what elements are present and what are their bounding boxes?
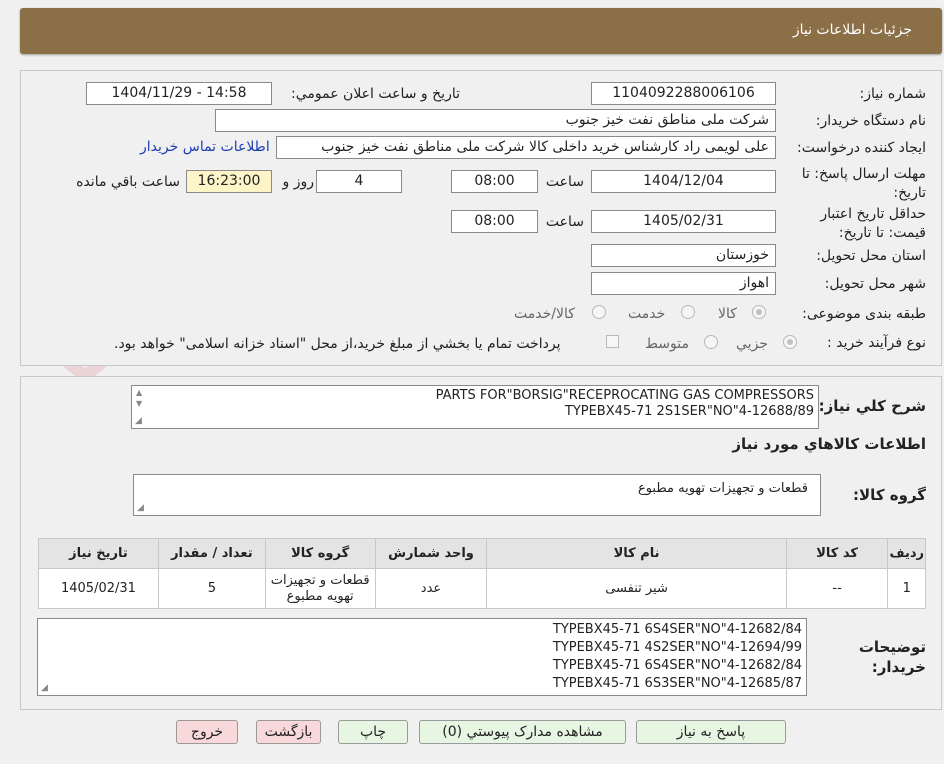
validity-label: حداقل تاريخ اعتبار قيمت: تا تاریخ: — [820, 206, 926, 241]
col-header-item-name: نام کالا — [486, 538, 787, 569]
days-label: روز و — [282, 174, 315, 190]
back-button[interactable]: بازگشت — [256, 720, 321, 744]
table-row: 1 -- شیر تنفسی عدد قطعات و تجهیزات تهویه… — [38, 568, 926, 609]
days-remaining-field: 4 — [316, 170, 402, 193]
province-field: خوزستان — [591, 244, 776, 267]
city-field: اهواز — [591, 272, 776, 295]
attachments-button[interactable]: مشاهده مدارک پيوستي (0) — [419, 720, 626, 744]
province-label: استان محل تحويل: — [816, 248, 926, 264]
col-header-need-date: تاریخ نیاز — [38, 538, 159, 569]
process-minor-label: جزيي — [736, 336, 768, 352]
announce-label: تاریخ و ساعت اعلان عمومي: — [291, 86, 460, 102]
description-line: PARTS FOR"BORSIG"RECEPROCATING GAS COMPR… — [435, 388, 814, 403]
validity-date-field: 1405/02/31 — [591, 210, 776, 233]
remaining-label: ساعت باقي مانده — [76, 174, 180, 190]
table-header-row: ردیف کد کالا نام کالا واحد شمارش گروه کا… — [38, 538, 926, 569]
deadline-date-field: 1404/12/04 — [591, 170, 776, 193]
buyer-note-line: TYPEBX45-71 6S3SER"NO"4-12685/87 — [552, 676, 802, 691]
buyer-notes-textarea: TYPEBX45-71 6S4SER"NO"4-12682/84 TYPEBX4… — [37, 618, 807, 696]
treasury-checkbox[interactable] — [606, 335, 619, 348]
category-label: طبقه بندی موضوعی: — [802, 306, 926, 322]
process-radio-medium[interactable] — [704, 335, 718, 349]
city-label: شهر محل تحويل: — [824, 276, 926, 292]
goods-group-label: گروه کالا: — [853, 486, 926, 504]
col-header-group: گروه کالا — [264, 538, 376, 569]
deadline-time-field: 08:00 — [451, 170, 538, 193]
remaining-time-field: 16:23:00 — [186, 170, 272, 193]
buyer-contact-link[interactable]: اطلاعات تماس خريدار — [140, 139, 270, 155]
category-goods-label: کالا — [718, 306, 737, 322]
page-header: جزئیات اطلاعات نیاز — [20, 8, 942, 54]
announce-datetime-field: 1404/11/29 - 14:58 — [86, 82, 272, 105]
process-label: نوع فرآيند خريد : — [827, 335, 926, 351]
cell-item-name: شیر تنفسی — [486, 568, 787, 609]
validity-time-field: 08:00 — [451, 210, 538, 233]
description-label: شرح کلي نياز: — [818, 397, 926, 415]
page-title: جزئیات اطلاعات نیاز — [792, 22, 912, 38]
category-radio-goods-service[interactable] — [592, 305, 606, 319]
cell-unit: عدد — [374, 568, 488, 609]
resize-grip-icon[interactable]: ◢ — [135, 416, 142, 426]
col-header-row-number: ردیف — [887, 538, 926, 569]
need-number-field: 1104092288006106 — [591, 82, 776, 105]
buyer-org-label: نام دستگاه خريدار: — [815, 113, 926, 129]
col-header-quantity: تعداد / مقدار — [157, 538, 266, 569]
scroll-down-icon[interactable]: ▼ — [136, 399, 142, 408]
print-button[interactable]: چاپ — [338, 720, 408, 744]
buyer-note-line: TYPEBX45-71 6S4SER"NO"4-12682/84 — [552, 622, 802, 637]
cell-group: قطعات و تجهیزات تهویه مطبوع — [264, 568, 376, 609]
process-medium-label: متوسط — [645, 336, 689, 352]
buyer-note-line: TYPEBX45-71 6S4SER"NO"4-12682/84 — [552, 658, 802, 673]
category-goods-service-label: کالا/خدمت — [514, 306, 575, 322]
deadline-label: مهلت ارسال پاسخ: تا تاریخ: — [801, 166, 926, 201]
description-textarea: PARTS FOR"BORSIG"RECEPROCATING GAS COMPR… — [131, 385, 819, 429]
category-radio-goods[interactable] — [752, 305, 766, 319]
validity-time-label: ساعت — [545, 214, 584, 230]
process-radio-minor[interactable] — [783, 335, 797, 349]
cell-row-number: 1 — [887, 568, 926, 609]
category-service-label: خدمت — [628, 306, 666, 322]
resize-grip-icon[interactable]: ◢ — [137, 503, 144, 513]
exit-button[interactable]: خروج — [176, 720, 238, 744]
goods-section-title: اطلاعات کالاهاي مورد نياز — [732, 435, 926, 453]
description-line: TYPEBX45-71 2S1SER"NO"4-12688/89 — [564, 404, 814, 419]
respond-button[interactable]: پاسخ به نياز — [636, 720, 786, 744]
buyer-note-line: TYPEBX45-71 4S2SER"NO"4-12694/99 — [552, 640, 802, 655]
requester-field: علی لویمی راد کارشناس خرید داخلی کالا شر… — [276, 136, 776, 159]
scroll-up-icon[interactable]: ▲ — [136, 388, 142, 397]
deadline-time-label: ساعت — [545, 174, 584, 190]
need-number-label: شماره نیاز: — [859, 86, 927, 102]
col-header-item-code: کد کالا — [785, 538, 889, 569]
goods-group-textarea: قطعات و تجهیزات تهویه مطبوع ◢ — [133, 474, 821, 516]
cell-quantity: 5 — [157, 568, 266, 609]
cell-need-date: 1405/02/31 — [38, 568, 159, 609]
buyer-org-field: شرکت ملی مناطق نفت خیز جنوب — [215, 109, 776, 132]
col-header-unit: واحد شمارش — [374, 538, 488, 569]
goods-table: ردیف کد کالا نام کالا واحد شمارش گروه کا… — [38, 538, 926, 609]
requester-label: ايجاد کننده درخواست: — [797, 140, 926, 156]
buyer-notes-label: توضيحات خريدار: — [858, 638, 926, 676]
cell-item-code: -- — [785, 568, 889, 609]
goods-group-value: قطعات و تجهیزات تهویه مطبوع — [637, 481, 808, 496]
treasury-note: پرداخت تمام يا بخشي از مبلغ خريد،از محل … — [114, 336, 561, 352]
resize-grip-icon[interactable]: ◢ — [41, 683, 48, 693]
category-radio-service[interactable] — [681, 305, 695, 319]
